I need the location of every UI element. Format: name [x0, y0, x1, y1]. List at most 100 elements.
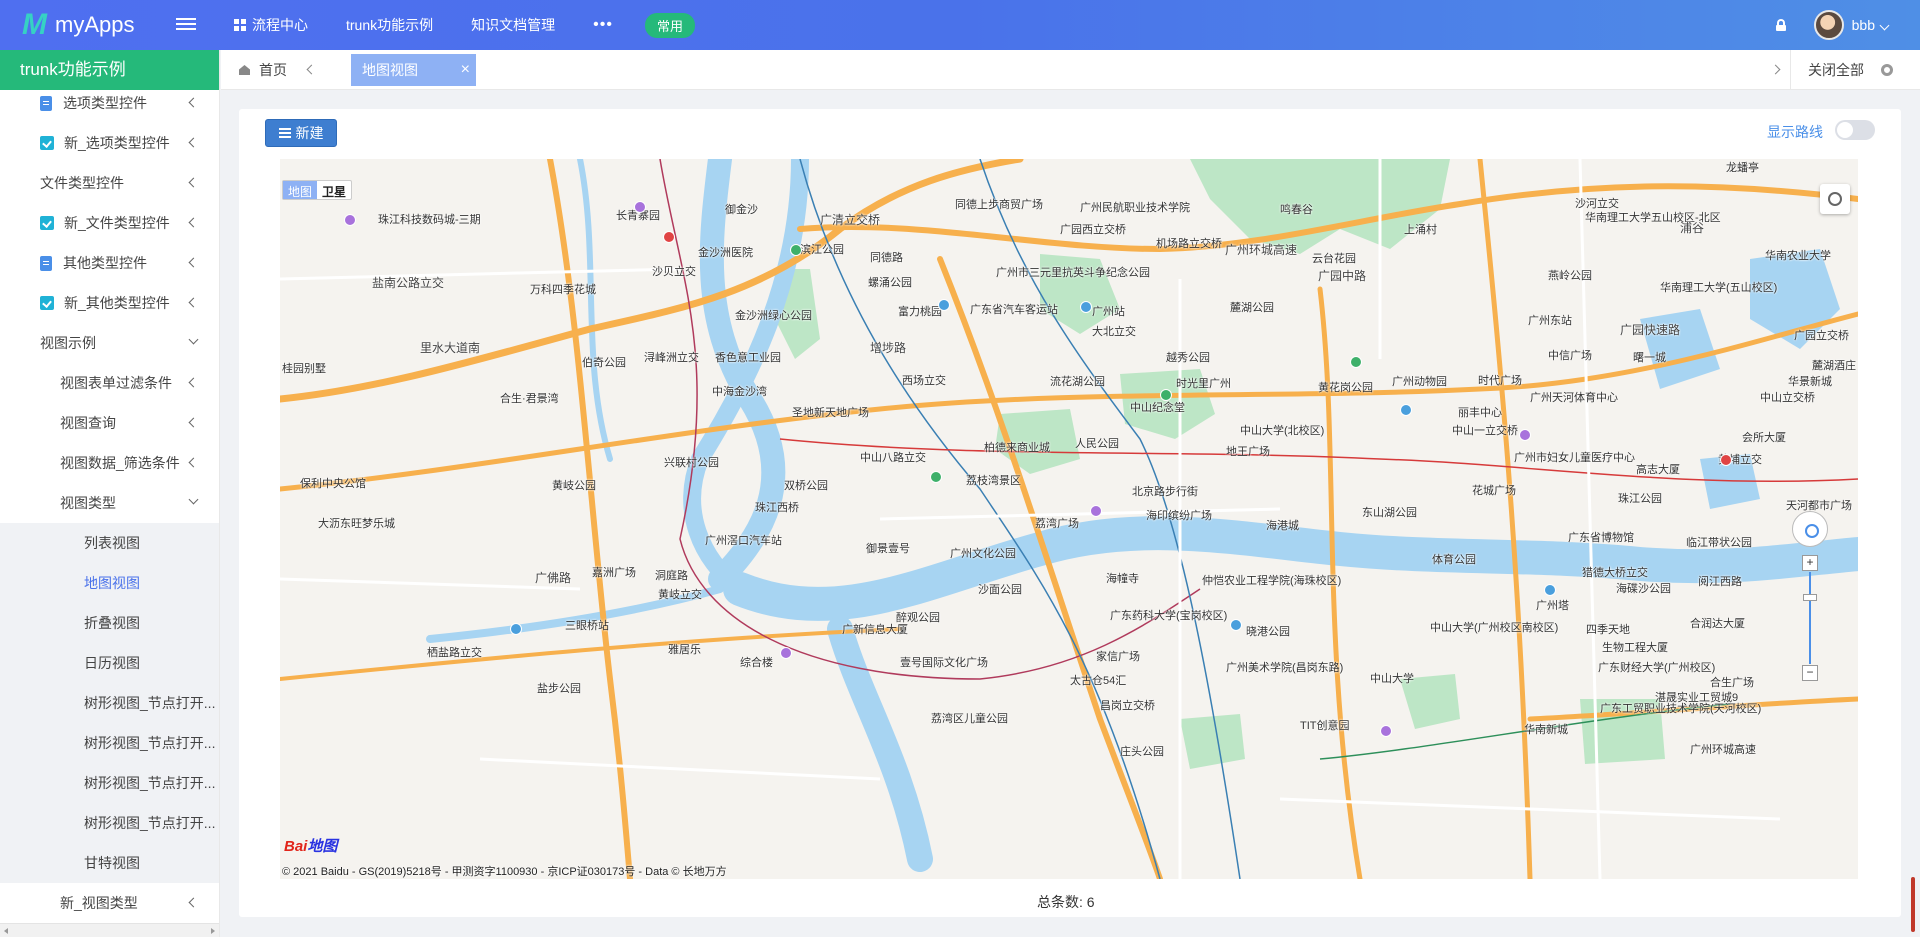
sidebar-item-view-data-filter[interactable]: 视图数据_筛选条件	[0, 443, 219, 483]
close-all-button[interactable]: 关闭全部	[1808, 50, 1864, 90]
zoom-control[interactable]: + −	[1802, 555, 1818, 681]
map-label: 浔峰洲立交	[644, 352, 699, 364]
show-route-toggle[interactable]	[1835, 120, 1875, 140]
sidebar-item-view-form-filter[interactable]: 视图表单过滤条件	[0, 363, 219, 403]
extension-handle[interactable]	[1911, 877, 1915, 932]
sidebar-item-gantt-view[interactable]: 甘特视图	[0, 843, 219, 883]
map-label: 同德路	[870, 252, 903, 264]
sidebar-item-file-controls[interactable]: 文件类型控件	[0, 163, 219, 203]
baidu-logo-suffix: 地图	[307, 838, 338, 855]
poi-marker[interactable]	[1090, 505, 1102, 517]
poi-marker[interactable]	[1544, 584, 1556, 596]
sidebar-item-view-examples[interactable]: 视图示例	[0, 323, 219, 363]
sidebar-item-view-types[interactable]: 视图类型	[0, 483, 219, 523]
menu-toggle-icon[interactable]	[176, 15, 196, 35]
poi-marker[interactable]	[1720, 454, 1732, 466]
tab-scroll-left-icon[interactable]	[306, 64, 317, 75]
app-logo[interactable]: M myApps	[22, 10, 134, 40]
top-bar: M myApps 流程中心 trunk功能示例 知识文档管理 ••• 常用 bb…	[0, 0, 1920, 50]
map-label: 壹号国际文化广场	[900, 657, 988, 669]
more-menu-icon[interactable]: •••	[593, 16, 613, 34]
favorites-pill[interactable]: 常用	[644, 12, 695, 38]
tab-scroll-right-icon[interactable]	[1770, 64, 1781, 75]
map-type-satellite[interactable]: 卫星	[317, 181, 351, 199]
poi-marker[interactable]	[663, 231, 675, 243]
poi-marker[interactable]	[790, 244, 802, 256]
poi-marker[interactable]	[938, 299, 950, 311]
tab-home-label: 首页	[259, 62, 287, 78]
map-label: 海碟沙公园	[1616, 583, 1671, 595]
map-label: 生物工程大厦	[1602, 642, 1668, 654]
zoom-slider[interactable]	[1803, 572, 1817, 664]
map-label: 广州市三元里抗英斗争纪念公园	[996, 267, 1150, 279]
avatar[interactable]	[1813, 10, 1844, 40]
pan-control-icon[interactable]	[1792, 511, 1828, 547]
sidebar-item-new-file-controls[interactable]: 新_文件类型控件	[0, 203, 219, 243]
poi-marker[interactable]	[1380, 725, 1392, 737]
tab-label: 地图视图	[362, 62, 418, 78]
sidebar-item-view-query[interactable]: 视图查询	[0, 403, 219, 443]
sidebar-item-option-controls[interactable]: 选项类型控件	[0, 83, 219, 123]
map-label: 燕岭公园	[1548, 270, 1592, 282]
poi-marker[interactable]	[1350, 356, 1362, 368]
gear-icon[interactable]	[1881, 64, 1893, 76]
sidebar-horizontal-scrollbar[interactable]	[0, 923, 219, 937]
user-area: bbb	[1775, 0, 1890, 50]
poi-marker[interactable]	[1080, 301, 1092, 313]
sidebar-item-tree-view[interactable]: 树形视图_节点打开...	[0, 683, 219, 723]
zoom-out-button[interactable]: −	[1802, 665, 1818, 681]
map-label: 中山纪念堂	[1130, 402, 1185, 414]
sidebar-item-tree-view[interactable]: 树形视图_节点打开...	[0, 723, 219, 763]
zoom-slider-knob[interactable]	[1803, 594, 1817, 601]
poi-marker[interactable]	[780, 647, 792, 659]
map-label: 龙蟠亭	[1726, 162, 1759, 174]
sidebar-item-list-view[interactable]: 列表视图	[0, 523, 219, 563]
app-name: myApps	[55, 12, 135, 37]
sidebar-item-tree-view[interactable]: 树形视图_节点打开...	[0, 763, 219, 803]
close-icon[interactable]: ×	[461, 54, 470, 86]
poi-marker[interactable]	[1230, 619, 1242, 631]
sidebar-item-label: 新_文件类型控件	[64, 215, 170, 231]
sidebar-item-new-other-controls[interactable]: 新_其他类型控件	[0, 283, 219, 323]
map-label: 广州天河体育中心	[1530, 392, 1618, 404]
sidebar-item-label: 树形视图_节点打开...	[84, 815, 216, 831]
poi-marker[interactable]	[1400, 404, 1412, 416]
map-label: 海港城	[1266, 520, 1299, 532]
sidebar-item-label: 树形视图_节点打开...	[84, 695, 216, 711]
map-label: 嘉洲广场	[592, 567, 636, 579]
map-label: 大北立交	[1092, 326, 1136, 338]
map-label: 临江带状公园	[1686, 537, 1752, 549]
map-label: 双桥公园	[784, 480, 828, 492]
map-label: 东山湖公园	[1362, 507, 1417, 519]
sidebar-item-new-view-types[interactable]: 新_视图类型	[0, 883, 219, 923]
baidu-logo[interactable]: Bai地图	[284, 835, 337, 856]
sidebar-item-new-option-controls[interactable]: 新_选项类型控件	[0, 123, 219, 163]
nav-knowledge-docs[interactable]: 知识文档管理	[471, 15, 555, 35]
poi-marker[interactable]	[344, 214, 356, 226]
map-label: 广东财经大学(广州校区)	[1598, 662, 1716, 674]
sidebar-item-other-controls[interactable]: 其他类型控件	[0, 243, 219, 283]
sidebar-item-calendar-view[interactable]: 日历视图	[0, 643, 219, 683]
map-type-map[interactable]: 地图	[283, 181, 318, 199]
username[interactable]: bbb	[1852, 17, 1875, 33]
lock-icon[interactable]	[1775, 19, 1786, 31]
nav-process-center[interactable]: 流程中心	[234, 15, 308, 35]
poi-marker[interactable]	[930, 471, 942, 483]
sidebar-item-fold-view[interactable]: 折叠视图	[0, 603, 219, 643]
poi-marker[interactable]	[1519, 429, 1531, 441]
poi-marker[interactable]	[1160, 389, 1172, 401]
zoom-in-button[interactable]: +	[1802, 555, 1818, 571]
nav-label: 流程中心	[252, 17, 308, 33]
poi-marker[interactable]	[634, 201, 646, 213]
sidebar-item-tree-view[interactable]: 树形视图_节点打开...	[0, 803, 219, 843]
tab-map-view[interactable]: 地图视图 ×	[351, 54, 476, 86]
new-button[interactable]: 新建	[265, 119, 337, 147]
locate-icon[interactable]	[1820, 184, 1850, 214]
poi-marker[interactable]	[510, 623, 522, 635]
map-label: 广园快速路	[1620, 323, 1681, 337]
nav-trunk-demo[interactable]: trunk功能示例	[346, 15, 433, 35]
tab-home[interactable]: 首页	[239, 50, 287, 90]
chevron-down-icon[interactable]	[1879, 20, 1890, 30]
baidu-map[interactable]: 地图 卫星 珠江科技数码城-三期 盐南公路立交 万科四季花城 沙贝立交 金沙洲医…	[280, 159, 1858, 879]
sidebar-item-map-view[interactable]: 地图视图	[0, 563, 219, 603]
